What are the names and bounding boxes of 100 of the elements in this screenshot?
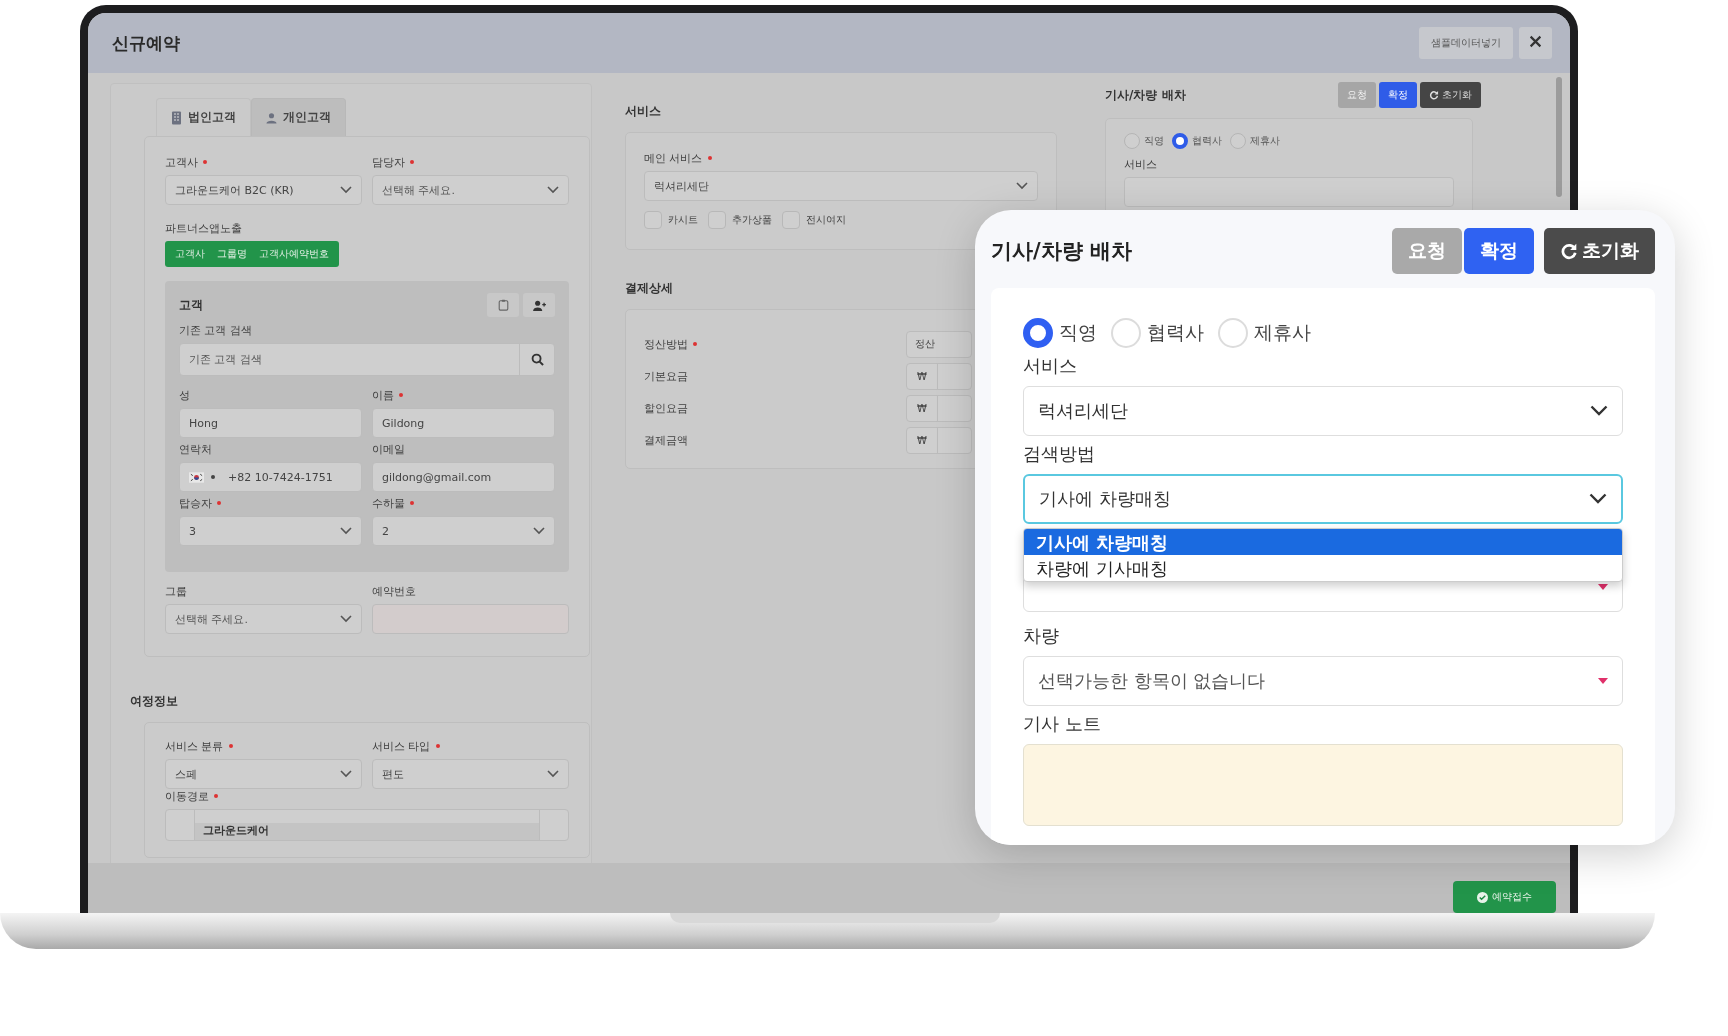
dropdown-option[interactable]: 기사에 차량매칭 bbox=[1024, 529, 1622, 555]
select-field[interactable]: 럭셔리세단 bbox=[1023, 386, 1623, 436]
person-icon bbox=[266, 110, 277, 125]
field-label: 이름 bbox=[372, 387, 394, 403]
select-field[interactable]: 편도 bbox=[372, 759, 569, 789]
select-field[interactable]: 선택해 주세요. bbox=[165, 604, 362, 634]
section-title: 서비스 bbox=[625, 103, 662, 120]
field-label: 서비스 분류 bbox=[165, 738, 224, 754]
select-field[interactable]: 3 bbox=[179, 516, 362, 546]
amount-field[interactable]: ₩ bbox=[906, 362, 972, 390]
select-field[interactable]: 선택가능한 항목이 없습니다 bbox=[1023, 656, 1623, 706]
select-field[interactable] bbox=[1124, 177, 1454, 207]
tag: 고객사 bbox=[175, 247, 205, 261]
search-field[interactable]: 기존 고객 검색 bbox=[179, 343, 555, 376]
flag-icon bbox=[189, 471, 204, 483]
radio-option[interactable]: 직영 bbox=[1124, 133, 1164, 149]
submit-button[interactable]: 예약접수 bbox=[1453, 881, 1556, 913]
field-label: 서비스 bbox=[1124, 156, 1157, 172]
field-label: 차량 bbox=[1023, 624, 1060, 648]
select-field[interactable]: 기사에 차량매칭 bbox=[1023, 474, 1623, 524]
radio-option[interactable]: 제휴사 bbox=[1218, 318, 1311, 348]
section-title: 기사/차량 배차 bbox=[1105, 86, 1186, 104]
note-field[interactable] bbox=[1023, 744, 1623, 826]
input-field[interactable]: gildong@gmail.com bbox=[372, 462, 555, 492]
field-label: 검색방법 bbox=[1023, 442, 1096, 466]
sample-data-button[interactable]: 샘플데이터넣기 bbox=[1419, 27, 1513, 59]
checkbox-option[interactable]: 전시여지 bbox=[782, 211, 846, 229]
confirm-button[interactable]: 확정 bbox=[1464, 228, 1534, 274]
chevron-down-icon bbox=[1589, 493, 1607, 505]
chevron-down-icon bbox=[1016, 182, 1028, 190]
refresh-icon bbox=[1560, 242, 1578, 260]
chevron-down-icon bbox=[340, 527, 352, 535]
field-label: 기본요금 bbox=[644, 368, 688, 384]
section-title: 고객 bbox=[179, 296, 203, 314]
input-field[interactable]: 정산 bbox=[906, 330, 972, 358]
checkbox-option[interactable]: 카시트 bbox=[644, 211, 698, 229]
tag: 그룹명 bbox=[217, 247, 247, 261]
field-label: 서비스 bbox=[1023, 354, 1078, 378]
radio-option[interactable]: 제휴사 bbox=[1230, 133, 1280, 149]
field-label: 이동경로 bbox=[165, 788, 209, 804]
tag: 고객사예약번호 bbox=[259, 247, 329, 261]
field-label: 연락처 bbox=[179, 441, 212, 457]
close-icon bbox=[1529, 35, 1542, 48]
clipboard-icon bbox=[497, 299, 509, 311]
section-title: 기사/차량 배차 bbox=[991, 238, 1132, 265]
field-label: 성 bbox=[179, 387, 190, 403]
select-field[interactable]: 그라운드케어 B2C (KR) bbox=[165, 175, 362, 205]
window-title: 신규예약 bbox=[112, 31, 180, 55]
refresh-icon bbox=[1429, 90, 1439, 100]
select-field[interactable]: 2 bbox=[372, 516, 555, 546]
reset-button[interactable]: 초기화 bbox=[1544, 228, 1655, 274]
radio-option[interactable]: 협력사 bbox=[1111, 318, 1204, 348]
amount-field[interactable]: ₩ bbox=[906, 426, 972, 454]
field-label: 수하물 bbox=[372, 495, 405, 511]
field-label: 탑승자 bbox=[179, 495, 212, 511]
add-person-icon bbox=[532, 299, 546, 311]
radio-option[interactable]: 협력사 bbox=[1172, 133, 1222, 149]
add-person-button[interactable] bbox=[523, 293, 555, 317]
clipboard-button[interactable] bbox=[487, 293, 519, 317]
field-label: 메인 서비스 bbox=[644, 150, 703, 166]
field-label: 기존 고객 검색 bbox=[179, 322, 252, 338]
field-label: 그룹 bbox=[165, 583, 187, 599]
input-field[interactable]: Hong bbox=[179, 408, 362, 438]
chevron-down-icon bbox=[533, 527, 545, 535]
chevron-down-icon bbox=[340, 186, 352, 194]
field-label: 파트너스앱노출 bbox=[165, 220, 242, 236]
checkbox-option[interactable]: 추가상품 bbox=[708, 211, 772, 229]
field-label: 담당자 bbox=[372, 154, 405, 170]
select-field[interactable]: 스페 bbox=[165, 759, 362, 789]
reset-button[interactable]: 초기화 bbox=[1420, 82, 1481, 108]
select-field[interactable]: 럭셔리세단 bbox=[644, 171, 1038, 201]
building-icon bbox=[171, 110, 182, 125]
field-label: 할인요금 bbox=[644, 400, 688, 416]
tab[interactable]: 개인고객 bbox=[251, 98, 346, 136]
field-label: 이메일 bbox=[372, 441, 405, 457]
scrollbar[interactable] bbox=[1556, 77, 1562, 197]
phone-field[interactable]: +82 10-7424-1751 bbox=[179, 462, 362, 492]
field-label: 고객사 bbox=[165, 154, 198, 170]
route-field[interactable]: 그라운드케어 bbox=[165, 809, 569, 841]
field-label: 예약번호 bbox=[372, 583, 416, 599]
close-button[interactable] bbox=[1519, 27, 1552, 59]
amount-field[interactable]: ₩ bbox=[906, 394, 972, 422]
section-title: 여정정보 bbox=[130, 693, 179, 710]
chevron-down-icon bbox=[547, 186, 559, 194]
confirm-button[interactable]: 확정 bbox=[1379, 82, 1417, 108]
tab[interactable]: 법인고객 bbox=[156, 98, 251, 136]
field-label: 정산방법 bbox=[644, 336, 688, 352]
select-field[interactable]: 선택해 주세요. bbox=[372, 175, 569, 205]
radio-option[interactable]: 직영 bbox=[1023, 318, 1097, 348]
chevron-down-icon bbox=[340, 770, 352, 778]
dropdown-option[interactable]: 차량에 기사매칭 bbox=[1024, 555, 1622, 581]
chevron-down-icon bbox=[1590, 405, 1608, 417]
section-title: 결제상세 bbox=[625, 280, 674, 297]
field-label: 서비스 타입 bbox=[372, 738, 431, 754]
chevron-down-icon bbox=[340, 615, 352, 623]
field-label: 결제금액 bbox=[644, 432, 688, 448]
check-circle-icon bbox=[1477, 891, 1488, 903]
field-label: 기사 노트 bbox=[1023, 712, 1102, 736]
input-field[interactable]: Gildong bbox=[372, 408, 555, 438]
chevron-down-icon bbox=[547, 770, 559, 778]
